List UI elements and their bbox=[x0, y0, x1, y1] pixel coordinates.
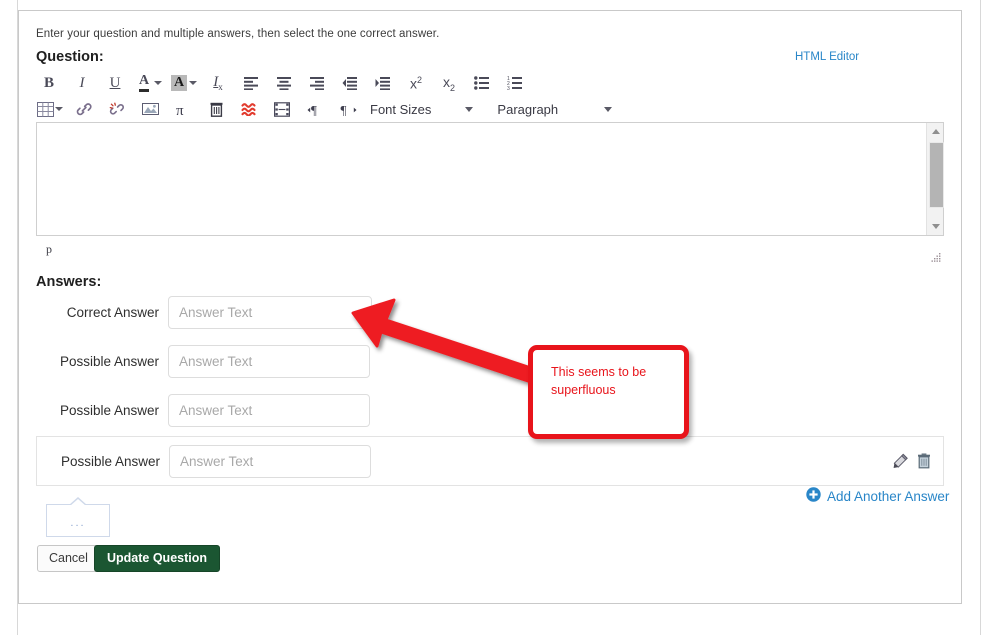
cancel-button[interactable]: Cancel bbox=[37, 545, 100, 572]
superscript-icon[interactable]: x2 bbox=[403, 71, 429, 95]
paragraph-select[interactable]: Paragraph bbox=[495, 98, 630, 120]
toolbar-row-1: B I U A A Ix x2 x2 1 2 3 bbox=[36, 70, 944, 96]
svg-text:3: 3 bbox=[507, 86, 510, 90]
toolbar-row-2: π ¶ ¶ Font Sizes Paragraph bbox=[36, 96, 944, 122]
font-sizes-caret-icon[interactable] bbox=[465, 106, 474, 112]
font-sizes-select[interactable]: Font Sizes bbox=[368, 98, 491, 120]
answer-input-possible-1[interactable] bbox=[168, 344, 370, 378]
bold-icon[interactable]: B bbox=[36, 71, 62, 95]
plus-circle-icon bbox=[806, 487, 821, 505]
quiz-question-editor-page: Enter your question and multiple answers… bbox=[0, 0, 999, 635]
subscript-icon[interactable]: x2 bbox=[436, 71, 462, 95]
outdent-icon[interactable] bbox=[337, 71, 363, 95]
background-color-icon[interactable]: A bbox=[170, 71, 188, 95]
table-caret-icon[interactable] bbox=[55, 107, 63, 111]
numbered-list-icon[interactable]: 1 2 3 bbox=[502, 71, 528, 95]
add-another-answer-button[interactable]: Add Another Answer bbox=[806, 487, 949, 505]
align-center-icon[interactable] bbox=[271, 71, 297, 95]
font-sizes-label: Font Sizes bbox=[370, 101, 432, 117]
table-icon[interactable] bbox=[36, 97, 54, 121]
answer-input-possible-3[interactable] bbox=[169, 444, 371, 478]
editor-vertical-scrollbar[interactable] bbox=[926, 123, 944, 235]
editor-resize-handle[interactable] bbox=[931, 249, 941, 262]
math-equation-icon[interactable]: π bbox=[170, 97, 196, 121]
answer-input-correct[interactable] bbox=[168, 295, 372, 329]
answer-row-possible-1: Possible Answer bbox=[36, 337, 944, 385]
question-editor-box bbox=[36, 122, 944, 236]
answer-label-correct: Correct Answer bbox=[66, 304, 159, 320]
remove-formatting-icon[interactable]: Ix bbox=[205, 71, 231, 95]
collapsed-tooltip-stub[interactable]: ... bbox=[46, 497, 110, 537]
element-path-indicator[interactable]: p bbox=[46, 242, 52, 257]
update-question-button[interactable]: Update Question bbox=[94, 545, 221, 572]
editor-status-bar: p bbox=[36, 238, 944, 262]
answer-label-possible-2: Possible Answer bbox=[59, 402, 159, 418]
html-editor-link[interactable]: HTML Editor bbox=[795, 51, 859, 63]
ltr-direction-icon[interactable]: ¶ bbox=[302, 97, 328, 121]
trash-icon[interactable] bbox=[917, 453, 931, 469]
kaltura-media-icon[interactable] bbox=[236, 97, 262, 121]
add-another-answer-label: Add Another Answer bbox=[827, 488, 950, 504]
question-editor-content[interactable] bbox=[37, 123, 926, 235]
unlink-icon[interactable] bbox=[104, 97, 130, 121]
answer-label-possible-3: Possible Answer bbox=[60, 453, 160, 469]
edit-pencil-icon[interactable] bbox=[893, 453, 908, 469]
annotation-callout-text: This seems to be superfluous bbox=[551, 365, 647, 398]
answer-row-tools bbox=[893, 453, 931, 469]
scrollbar-thumb[interactable] bbox=[929, 142, 944, 208]
delete-icon[interactable] bbox=[203, 97, 229, 121]
answer-label-possible-1: Possible Answer bbox=[59, 353, 159, 369]
text-color-icon[interactable]: A bbox=[135, 71, 153, 95]
scroll-up-arrow-icon[interactable] bbox=[927, 123, 944, 140]
rich-text-toolbar: B I U A A Ix x2 x2 1 2 3 π ¶ ¶ Font Size… bbox=[36, 70, 944, 122]
answer-row-possible-3[interactable]: Possible Answer bbox=[36, 436, 944, 486]
answer-row-correct: Correct Answer bbox=[36, 288, 944, 336]
rtl-direction-icon[interactable]: ¶ bbox=[335, 97, 361, 121]
paragraph-label: Paragraph bbox=[497, 101, 559, 117]
text-color-caret-icon[interactable] bbox=[154, 81, 162, 85]
insert-image-icon[interactable] bbox=[137, 97, 163, 121]
question-label: Question: bbox=[36, 49, 104, 65]
insert-link-icon[interactable] bbox=[71, 97, 97, 121]
svg-text:¶: ¶ bbox=[340, 102, 346, 117]
align-right-icon[interactable] bbox=[304, 71, 330, 95]
answer-input-possible-2[interactable] bbox=[168, 393, 370, 427]
answer-row-possible-2: Possible Answer bbox=[36, 386, 944, 434]
insert-video-icon[interactable] bbox=[269, 97, 295, 121]
window-frame-right-edge bbox=[980, 0, 981, 635]
align-left-icon[interactable] bbox=[238, 71, 264, 95]
annotation-callout-box: This seems to be superfluous bbox=[528, 345, 689, 439]
svg-text:π: π bbox=[176, 103, 184, 117]
svg-text:¶: ¶ bbox=[311, 102, 317, 117]
underline-icon[interactable]: U bbox=[102, 71, 128, 95]
bullet-list-icon[interactable] bbox=[469, 71, 495, 95]
instructions-text: Enter your question and multiple answers… bbox=[36, 28, 440, 40]
scroll-down-arrow-icon[interactable] bbox=[927, 218, 944, 235]
italic-icon[interactable]: I bbox=[69, 71, 95, 95]
paragraph-caret-icon[interactable] bbox=[604, 106, 613, 112]
indent-icon[interactable] bbox=[370, 71, 396, 95]
background-color-caret-icon[interactable] bbox=[189, 81, 197, 85]
tooltip-ellipsis: ... bbox=[70, 517, 86, 529]
tooltip-pointer-inner bbox=[70, 499, 86, 506]
